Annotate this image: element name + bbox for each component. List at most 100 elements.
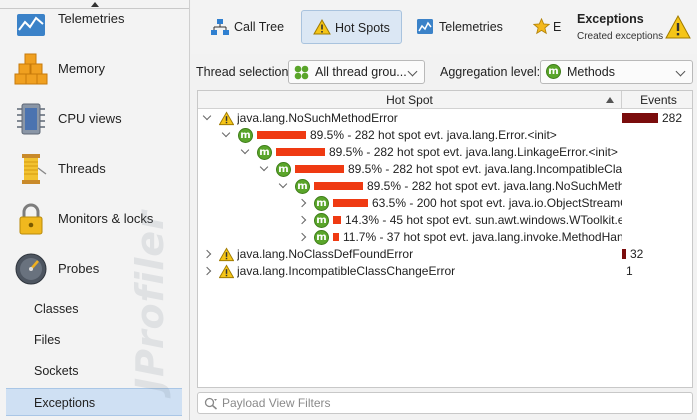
events-count: 32: [630, 247, 644, 261]
column-header-label: Events: [640, 93, 677, 107]
percentage-bar: [295, 165, 344, 173]
sidebar-subitem-exceptions[interactable]: Exceptions: [6, 388, 182, 416]
exceptions-icon: [665, 14, 691, 39]
table-row[interactable]: java.lang.NoClassDefFoundError 32: [198, 246, 692, 263]
chevron-right-icon[interactable]: [202, 249, 212, 259]
method-icon: m: [314, 213, 329, 228]
call-tree-label: Call Tree: [234, 20, 285, 34]
table-row[interactable]: m 89.5% - 282 hot spot evt. java.lang.Lin…: [198, 144, 692, 161]
table-row[interactable]: m 89.5% - 282 hot spot evt. java.lang.Err…: [198, 127, 692, 144]
chevron-right-icon[interactable]: [202, 266, 212, 276]
sidebar-item-threads[interactable]: Threads: [0, 144, 189, 194]
table-row[interactable]: m 11.7% - 37 hot spot evt. java.lang.invo…: [198, 229, 692, 246]
sort-ascending-icon: [606, 97, 614, 103]
chevron-down-icon[interactable]: [259, 162, 269, 172]
lock-icon: [19, 203, 43, 235]
telemetries-label: Telemetries: [439, 20, 503, 34]
percentage-bar: [333, 216, 341, 224]
search-icon: [204, 397, 217, 410]
thread-selection-label: Thread selection:: [196, 65, 292, 79]
sidebar-item-label: Telemetries: [58, 11, 125, 26]
sidebar-subitem-label: Exceptions: [34, 396, 96, 410]
percentage-bar: [257, 131, 306, 139]
sidebar-item-memory[interactable]: Memory: [0, 44, 189, 94]
aggregation-level-value: Methods: [567, 65, 615, 79]
column-header-hot-spot[interactable]: Hot Spot: [198, 91, 622, 109]
events-bar: [622, 249, 626, 259]
sidebar-item-telemetries[interactable]: Telemetries: [0, 0, 189, 44]
table-header: Hot Spot Events: [198, 91, 692, 109]
chevron-right-icon[interactable]: [297, 198, 307, 208]
warning-icon: [219, 264, 234, 279]
aggregation-level-dropdown[interactable]: m Methods: [540, 60, 693, 84]
sidebar-item-label: Probes: [58, 261, 100, 276]
table-row[interactable]: java.lang.IncompatibleClassChangeError 1: [198, 263, 692, 280]
telemetries-icon: [17, 14, 45, 36]
method-icon: m: [314, 230, 329, 245]
sidebar-item-cpu-views[interactable]: CPU views: [0, 94, 189, 144]
percentage-bar: [333, 233, 339, 241]
payload-view-filter-input[interactable]: Payload View Filters: [197, 392, 693, 414]
method-icon: m: [295, 179, 310, 194]
row-label: 11.7% - 37 hot spot evt. java.lang.invok…: [343, 230, 622, 244]
method-icon: m: [257, 145, 272, 160]
sidebar-subitem-label: Files: [34, 333, 61, 347]
aggregation-level-label: Aggregation level:: [440, 65, 541, 79]
star-icon: [533, 18, 550, 35]
threads-icon: [22, 154, 47, 184]
thread-selection-value: All thread grou...: [315, 65, 407, 79]
view-subtitle: Created exceptions: [577, 31, 664, 42]
method-icon: m: [546, 64, 561, 79]
table-row[interactable]: m 89.5% - 282 hot spot evt. java.lang.NoS…: [198, 178, 692, 195]
row-label: 89.5% - 282 hot spot evt. java.lang.Link…: [329, 145, 618, 159]
row-label: 14.3% - 45 hot spot evt. sun.awt.windows…: [345, 213, 622, 227]
chevron-down-icon: [675, 66, 686, 77]
selection-row: Thread selection: All thread grou... Agg…: [191, 56, 697, 88]
row-label: 89.5% - 282 hot spot evt. java.lang.Inco…: [348, 162, 622, 176]
column-header-label: Hot Spot: [386, 93, 433, 107]
events-count: 282: [662, 111, 683, 125]
method-icon: m: [314, 196, 329, 211]
row-label: 89.5% - 282 hot spot evt. java.lang.NoSu…: [367, 179, 622, 193]
hot-spots-button[interactable]: Hot Spots: [301, 10, 402, 44]
thread-group-icon: [294, 65, 309, 80]
column-header-events[interactable]: Events: [623, 91, 692, 109]
method-icon: m: [276, 162, 291, 177]
warning-icon: [219, 111, 234, 126]
sidebar: Telemetries Memory CPU views Threads Mon…: [0, 0, 190, 420]
more-views-label: E: [553, 20, 562, 34]
hot-spots-table[interactable]: Hot Spot Events java.lang.NoSuchMethodEr…: [197, 90, 693, 388]
table-row[interactable]: m 89.5% - 282 hot spot evt. java.lang.Inc…: [198, 161, 692, 178]
memory-icon: [14, 53, 48, 85]
sidebar-subitem-label: Sockets: [34, 364, 79, 378]
percentage-bar: [314, 182, 363, 190]
telemetries-button[interactable]: Telemetries: [409, 10, 509, 44]
events-bar: [622, 113, 658, 123]
warning-icon: [313, 19, 331, 35]
chevron-down-icon[interactable]: [202, 111, 212, 121]
sidebar-subitem-label: Classes: [34, 302, 79, 316]
row-label: 89.5% - 282 hot spot evt. java.lang.Erro…: [310, 128, 557, 142]
call-tree-button[interactable]: Call Tree: [203, 10, 297, 44]
chevron-down-icon[interactable]: [221, 128, 231, 138]
table-row[interactable]: m 63.5% - 200 hot spot evt. java.io.Objec…: [198, 195, 692, 212]
row-label: java.lang.IncompatibleClassChangeError: [237, 264, 456, 278]
table-row[interactable]: m 14.3% - 45 hot spot evt. sun.awt.window…: [198, 212, 692, 229]
row-label: java.lang.NoSuchMethodError: [237, 111, 398, 125]
table-row[interactable]: java.lang.NoSuchMethodError 282: [198, 110, 692, 127]
filter-placeholder: Payload View Filters: [222, 396, 331, 410]
thread-selection-dropdown[interactable]: All thread grou...: [288, 60, 425, 84]
hot-spots-label: Hot Spots: [335, 21, 390, 35]
chevron-right-icon[interactable]: [297, 232, 307, 242]
more-views-button[interactable]: E: [531, 10, 565, 44]
percentage-bar: [276, 148, 325, 156]
call-tree-icon: [211, 19, 229, 35]
jprofiler-watermark: JProfiler: [128, 210, 172, 392]
sidebar-item-label: CPU views: [58, 111, 122, 126]
percentage-bar: [333, 199, 368, 207]
chevron-down-icon[interactable]: [278, 179, 288, 189]
events-count: 1: [626, 264, 633, 278]
chevron-down-icon[interactable]: [240, 145, 250, 155]
chevron-down-icon: [407, 66, 418, 77]
chevron-right-icon[interactable]: [297, 215, 307, 225]
